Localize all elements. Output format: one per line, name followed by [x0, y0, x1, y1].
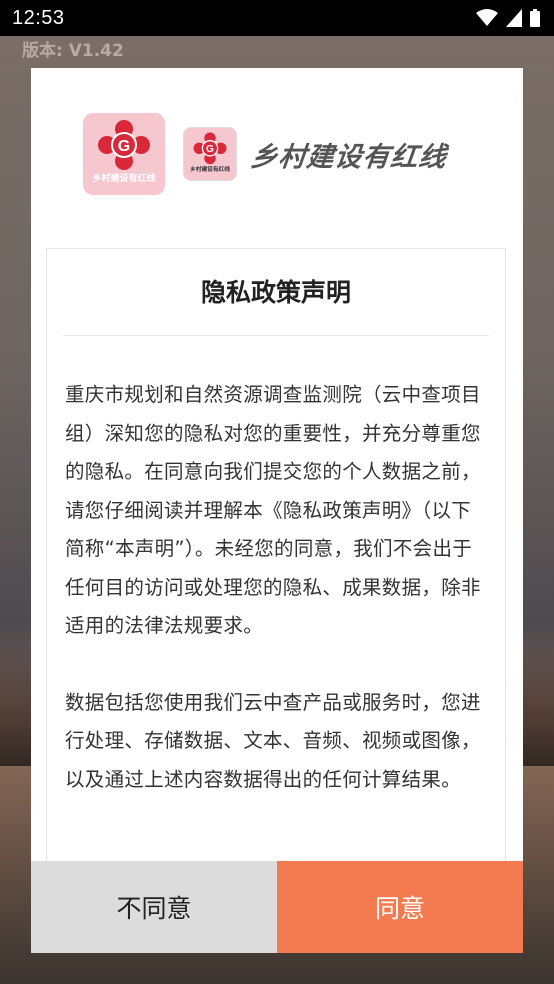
- brand-header: G 乡村建设有红线 G 乡村建设有红线 乡村建设有红线: [83, 113, 449, 195]
- svg-text:G: G: [118, 138, 130, 155]
- svg-text:乡村建设有红线: 乡村建设有红线: [92, 172, 155, 184]
- svg-text:乡村建设有红线: 乡村建设有红线: [190, 165, 230, 173]
- brand-title: 乡村建设有红线: [249, 141, 449, 173]
- app-logo-icon: G 乡村建设有红线: [92, 120, 156, 184]
- privacy-paragraph-2: 数据包括您使用我们云中查产品或服务时，您进行处理、存储数据、文本、音频、视频或图…: [65, 690, 481, 791]
- app-logo: G 乡村建设有红线: [83, 113, 165, 195]
- status-icons: [476, 9, 540, 27]
- privacy-text[interactable]: 重庆市规划和自然资源调查监测院（云中查项目组）深知您的隐私对您的重要性，并充分尊…: [47, 376, 505, 799]
- app-logo-small-icon: G 乡村建设有红线: [190, 132, 230, 173]
- privacy-dialog: G 乡村建设有红线 G 乡村建设有红线 乡村建设有红线 隐私政策声明 重庆市规划…: [31, 68, 523, 953]
- divider: [63, 335, 489, 336]
- privacy-card: 隐私政策声明 重庆市规划和自然资源调查监测院（云中查项目组）深知您的隐私对您的重…: [46, 248, 506, 953]
- disagree-button[interactable]: 不同意: [31, 861, 277, 953]
- agree-button[interactable]: 同意: [277, 861, 523, 953]
- wifi-icon: [476, 9, 498, 26]
- status-bar: 12:53: [0, 0, 554, 36]
- version-label: 版本: V1.42: [22, 41, 124, 61]
- svg-text:G: G: [206, 144, 214, 155]
- privacy-title: 隐私政策声明: [200, 278, 351, 307]
- privacy-paragraph-1: 重庆市规划和自然资源调查监测院（云中查项目组）深知您的隐私对您的重要性，并充分尊…: [65, 383, 481, 637]
- battery-icon: [530, 9, 540, 27]
- signal-icon: [506, 9, 522, 27]
- dialog-buttons: 不同意 同意: [31, 861, 523, 953]
- status-time: 12:53: [12, 6, 65, 29]
- app-logo-small: G 乡村建设有红线: [183, 127, 237, 181]
